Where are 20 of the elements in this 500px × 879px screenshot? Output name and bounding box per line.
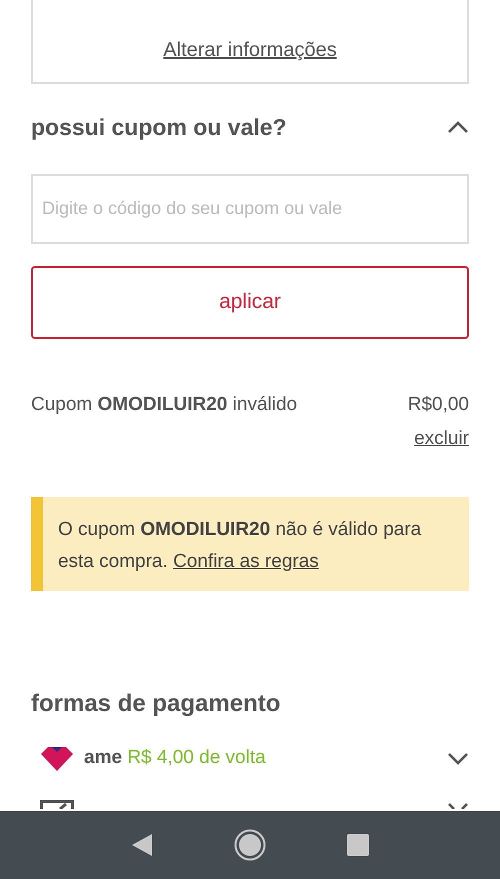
method-name: ame: [84, 747, 122, 768]
payment-title: formas de pagamento: [31, 688, 282, 718]
change-info-link[interactable]: Alterar informações: [163, 35, 337, 65]
apply-button[interactable]: aplicar: [31, 266, 469, 338]
chevron-up-icon[interactable]: [447, 120, 469, 134]
coupon-input-field[interactable]: Digite o código do seu cupom ou vale: [31, 174, 469, 244]
recents-icon[interactable]: [347, 834, 370, 856]
section-title: possui cupom ou vale?: [31, 113, 287, 142]
chevron-down-icon[interactable]: [447, 802, 469, 808]
cashback-text: R$ 4,00 de volta: [127, 747, 266, 768]
remove-link[interactable]: excluir: [414, 425, 469, 454]
rules-link[interactable]: Confira as regras: [173, 550, 319, 572]
coupon-status-text: Cupom OMODILUIR20 inválido: [31, 392, 298, 416]
chevron-down-icon[interactable]: [447, 752, 469, 766]
home-icon[interactable]: [234, 829, 266, 861]
alert-text: O cupom OMODILUIR20 não é válido para esta compra. Confira as regras: [56, 518, 422, 574]
card-icon: [40, 800, 74, 808]
heart-logo-icon: [40, 746, 74, 772]
coupon-amount: R$0,00: [408, 392, 469, 416]
back-icon[interactable]: [130, 833, 153, 857]
